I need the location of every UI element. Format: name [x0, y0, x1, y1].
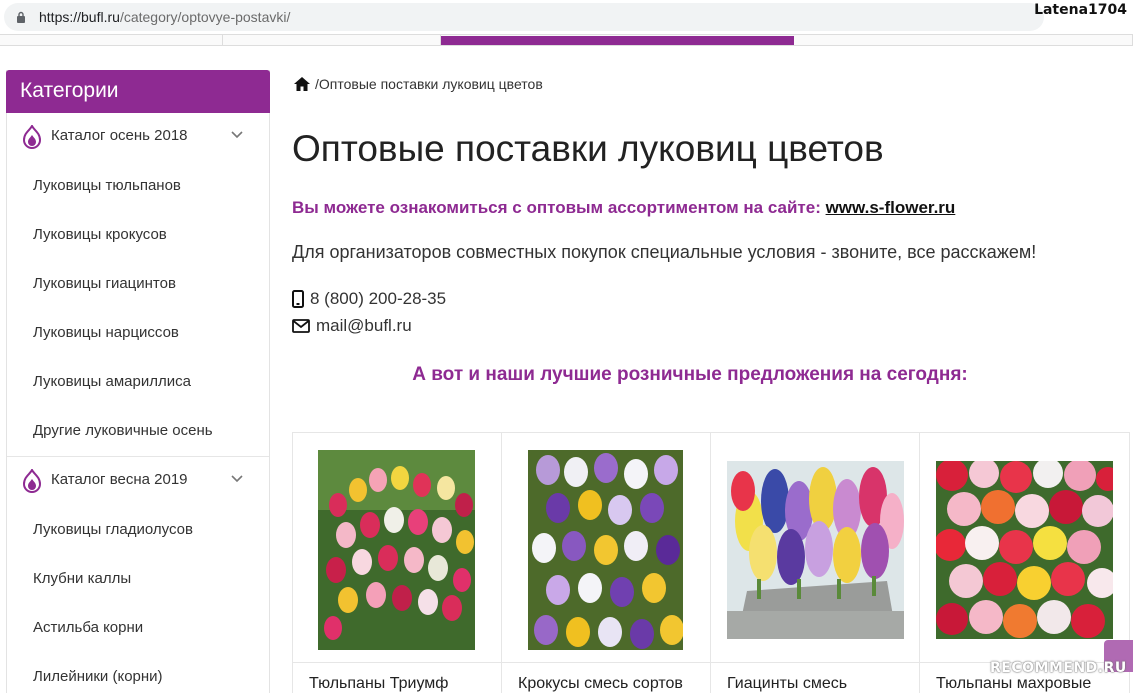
email-address[interactable]: mail@bufl.ru: [316, 316, 412, 336]
chevron-down-icon[interactable]: [231, 475, 243, 483]
url-path: /category/optovye-postavki/: [119, 9, 291, 25]
sidebar-item-tulips[interactable]: Луковицы тюльпанов: [33, 177, 181, 194]
nav-segment[interactable]: [794, 35, 1133, 45]
nav-segment[interactable]: [223, 35, 441, 45]
product-image-double-tulips[interactable]: [936, 461, 1113, 639]
url-field[interactable]: https://bufl.ru/category/optovye-postavk…: [4, 3, 1044, 31]
catalog-autumn-2018[interactable]: Каталог осень 2018: [7, 113, 269, 157]
sidebar-title: Категории: [6, 70, 270, 113]
product-image-crocus[interactable]: [528, 450, 683, 650]
hyacinth-image: [727, 461, 904, 639]
site-nav-strip: [0, 34, 1133, 46]
product-card[interactable]: Тюльпаны Триумф: [293, 433, 502, 693]
breadcrumb-current: Оптовые поставки луковиц цветов: [318, 76, 543, 92]
card-divider: [502, 662, 710, 663]
product-name[interactable]: Крокусы смесь сортов: [518, 675, 683, 693]
phone-number[interactable]: 8 (800) 200-28-35: [310, 289, 446, 309]
sidebar-item-crocus[interactable]: Луковицы крокусов: [33, 226, 167, 243]
product-card[interactable]: Гиацинты смесь: [711, 433, 920, 693]
nav-segment-active[interactable]: [441, 36, 794, 45]
sidebar-item-daylily[interactable]: Лилейники (корни): [33, 668, 163, 685]
url-domain: https://bufl.ru: [39, 9, 120, 25]
bulb-icon: [22, 125, 42, 149]
crocus-image: [528, 450, 683, 650]
envelope-icon: [292, 319, 310, 333]
lock-icon: [17, 11, 25, 23]
product-name[interactable]: Гиацинты смесь: [727, 675, 847, 693]
double-tulips-image: [936, 461, 1113, 639]
sidebar-item-calla[interactable]: Клубни каллы: [33, 570, 131, 587]
product-grid: Тюльпаны Триумф Крокусы смесь сортов Гиа…: [292, 432, 1130, 693]
tulips-image: [318, 450, 475, 650]
product-card[interactable]: Крокусы смесь сортов: [502, 433, 711, 693]
card-divider: [293, 662, 501, 663]
card-divider: [711, 662, 919, 663]
categories-sidebar: Категории Каталог осень 2018 Луковицы тю…: [6, 70, 270, 693]
product-name[interactable]: Тюльпаны Триумф: [309, 675, 448, 693]
sidebar-item-amaryllis[interactable]: Луковицы амариллиса: [33, 373, 191, 390]
catalog-label: Каталог весна 2019: [51, 471, 188, 488]
sidebar-item-other-autumn[interactable]: Другие луковичные осень: [33, 422, 213, 439]
wholesale-site-link[interactable]: www.s-flower.ru: [826, 198, 956, 217]
nav-segment[interactable]: [0, 35, 223, 45]
catalog-spring-2019[interactable]: Каталог весна 2019: [7, 457, 269, 501]
promo-line: Вы можете ознакомиться с оптовым ассорти…: [292, 198, 955, 218]
sidebar-item-astilbe[interactable]: Астильба корни: [33, 619, 143, 636]
sidebar-item-hyacinth[interactable]: Луковицы гиацинтов: [33, 275, 176, 292]
coop-purchase-note: Для организаторов совместных покупок спе…: [292, 242, 1037, 262]
home-icon[interactable]: [293, 76, 311, 92]
phone-contact: 8 (800) 200-28-35: [292, 289, 446, 309]
browser-address-bar: https://bufl.ru/category/optovye-postavk…: [0, 0, 1133, 34]
mobile-phone-icon: [292, 290, 304, 308]
sidebar-item-narcissus[interactable]: Луковицы нарциссов: [33, 324, 179, 341]
chevron-down-icon[interactable]: [231, 131, 243, 139]
recommend-watermark: RECOMMEND.RU: [990, 660, 1127, 676]
product-image-hyacinth[interactable]: [727, 461, 904, 639]
product-image-tulips[interactable]: [318, 450, 475, 650]
product-name[interactable]: Тюльпаны махровые: [936, 675, 1091, 693]
offers-heading: А вот и наши лучшие розничные предложени…: [412, 364, 968, 385]
url-text: https://bufl.ru/category/optovye-postavk…: [39, 9, 290, 25]
user-watermark: Latena1704: [1034, 2, 1127, 18]
email-contact: mail@bufl.ru: [292, 316, 412, 336]
page-title: Оптовые поставки луковиц цветов: [292, 128, 884, 169]
product-card[interactable]: Тюльпаны махровые: [920, 433, 1129, 693]
breadcrumb: / Оптовые поставки луковиц цветов: [293, 75, 543, 93]
sidebar-item-gladiolus[interactable]: Луковицы гладиолусов: [33, 521, 193, 538]
catalog-label: Каталог осень 2018: [51, 127, 188, 144]
bulb-icon: [22, 469, 42, 493]
promo-text: Вы можете ознакомиться с оптовым ассорти…: [292, 198, 826, 217]
